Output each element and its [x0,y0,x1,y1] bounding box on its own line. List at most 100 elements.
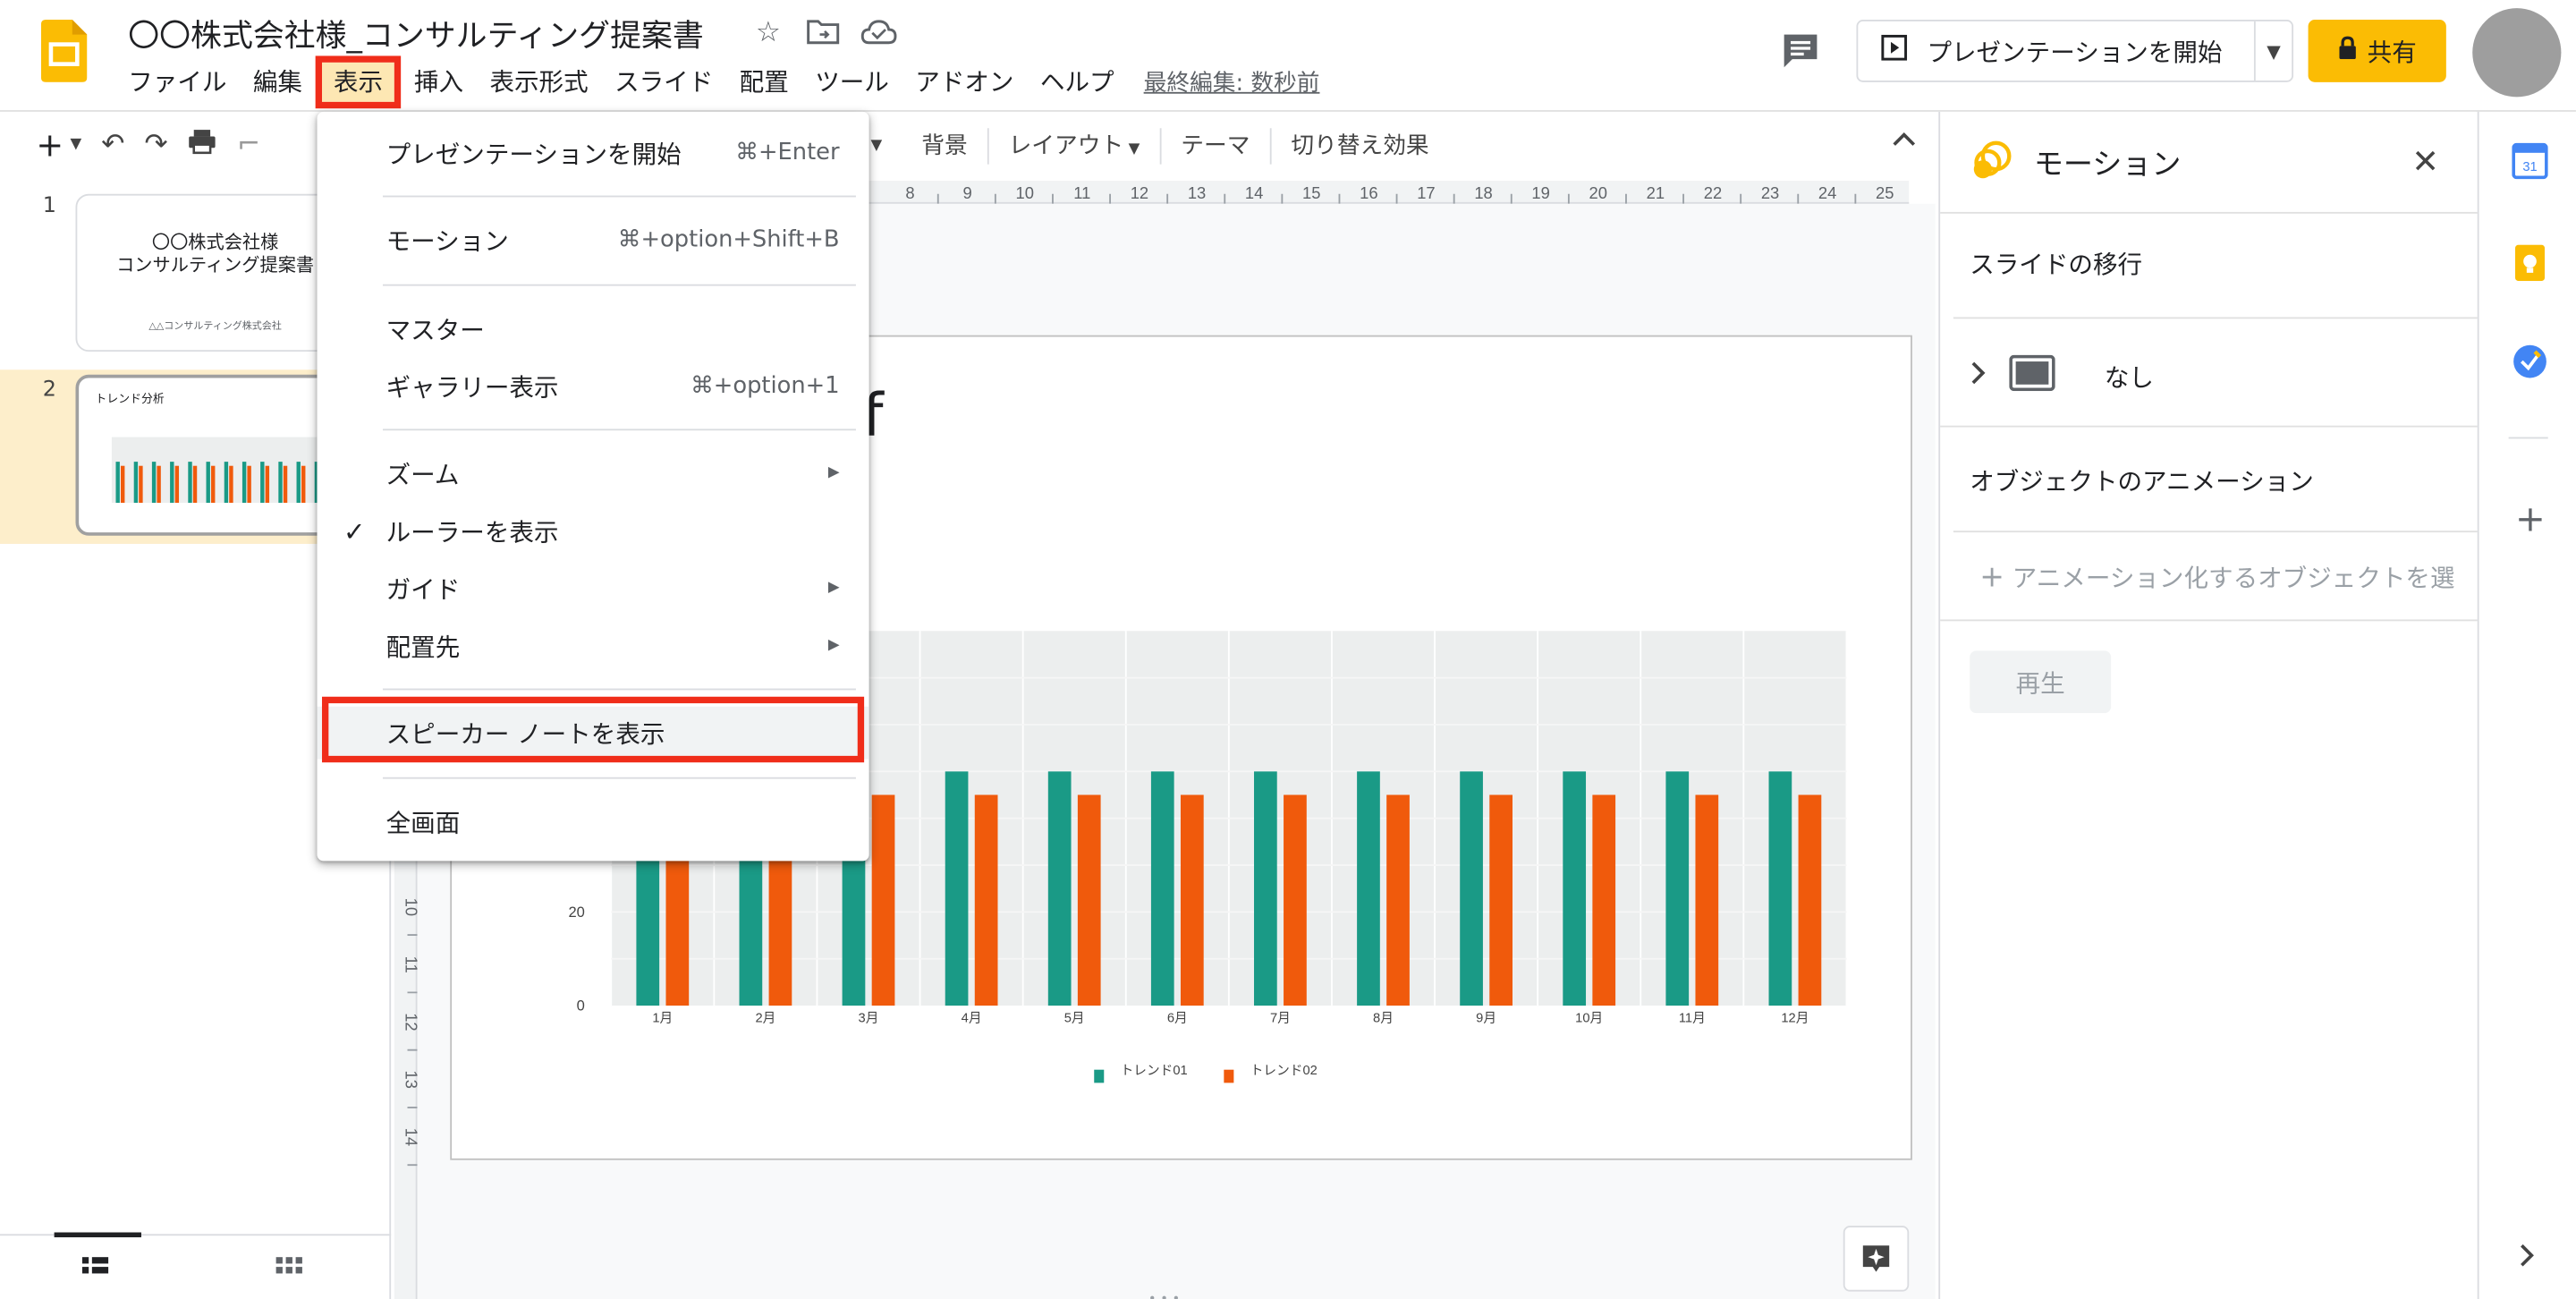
menu-slide[interactable]: スライド [601,63,726,102]
bar-2-12 [1798,794,1822,1006]
ruler-tick-label: 20 [1589,183,1607,202]
slide-thumbnail-2[interactable]: トレンド分析 [75,374,352,536]
theme-button[interactable]: テーマ [1161,128,1272,165]
menu-item-master[interactable]: マスター [317,302,869,355]
slide-thumbnail-1[interactable]: 〇〇株式会社様 コンサルティング提案書 △△コンサルティング株式会社 [75,193,352,352]
last-edit-link[interactable]: 最終編集: 数秒前 [1144,65,1320,98]
ruler-tick-label: 9 [963,183,972,202]
menu-divider [382,429,856,431]
print-icon[interactable] [188,127,217,162]
slides-logo-icon[interactable] [40,20,88,82]
ruler-tick-label: 23 [1761,183,1779,202]
chevron-down-icon[interactable]: ▼ [870,138,902,154]
thumb-chart [111,437,329,504]
thumb-subtitle: △△コンサルティング株式会社 [148,320,282,333]
menu-divider [382,195,856,198]
paint-format-icon[interactable]: ⌐ [237,128,260,161]
bar-1-5 [1047,771,1072,1006]
bar-1-10 [1563,771,1587,1006]
menu-help[interactable]: ヘルプ [1027,63,1127,102]
x-tick-label: 3月 [859,1011,879,1025]
chevron-down-icon[interactable]: ▼ [71,136,82,152]
play-button[interactable]: 再生 [1970,650,2112,714]
add-animation-button[interactable]: + アニメーション化するオブジェクトを選 [1979,560,2472,595]
menu-item-guides[interactable]: ガイド ▶ [317,562,869,615]
ruler-tick-label: 14 [402,1128,418,1146]
star-icon[interactable]: ☆ [756,16,781,49]
chevron-down-icon[interactable]: ▼ [2256,40,2292,62]
menu-tools[interactable]: ツール [802,63,902,102]
chevron-right-icon[interactable] [2519,1243,2535,1276]
rail-divider [2508,437,2548,439]
menu-item-label: ガイド [386,573,461,604]
thumb-title-line2: コンサルティング提案書 [116,254,315,276]
cloud-saved-icon[interactable] [860,20,897,55]
redo-icon[interactable]: ↷ [145,128,168,161]
thumb-bar [157,465,161,504]
splitter-handle[interactable]: • • • [1148,1292,1180,1299]
transition-button[interactable]: 切り替え効果 [1271,128,1448,164]
bar-1-9 [1460,771,1483,1006]
x-tick-label: 10月 [1575,1011,1603,1025]
menu-item-zoom[interactable]: ズーム ▶ [317,447,869,500]
menu-item-gallery-view[interactable]: ギャラリー表示 ⌘+option+1 [317,360,869,412]
menu-insert[interactable]: 挿入 [401,63,477,102]
panel-divider [1940,211,2478,214]
move-folder-icon[interactable] [807,18,840,53]
menu-item-show-ruler[interactable]: ✓ ルーラーを表示 [317,505,869,557]
calendar-icon[interactable]: 31 [2512,142,2548,186]
ruler-tick-label: 22 [1704,183,1722,202]
comment-icon[interactable] [1779,30,1822,72]
menu-format[interactable]: 表示形式 [477,63,602,102]
chevron-down-icon: ▼ [1128,140,1140,158]
ruler-tick-label: 8 [905,183,914,202]
new-slide-icon[interactable]: + [36,125,64,165]
thumb-bar [192,465,198,504]
add-addon-icon[interactable]: + [2515,499,2546,540]
close-icon[interactable]: ✕ [2411,141,2439,181]
transition-value: なし [2104,361,2154,393]
share-button[interactable]: 共有 [2308,20,2446,82]
present-button[interactable]: プレゼンテーションを開始 ▼ [1856,20,2294,82]
layout-button[interactable]: レイアウト ▼ [989,128,1162,165]
transition-row[interactable]: なし [1970,354,2154,398]
background-button[interactable]: 背景 [902,128,989,165]
bar-2-5 [1077,794,1101,1006]
grid-view-icon[interactable] [275,1255,302,1286]
submenu-arrow-icon: ▶ [827,637,840,655]
chevron-up-icon[interactable] [1893,128,1916,154]
undo-icon[interactable]: ↶ [101,128,124,161]
explore-button[interactable] [1843,1226,1910,1292]
avatar[interactable] [2472,8,2562,98]
thumb-title-line1: 〇〇株式会社様 [151,231,279,253]
bar-1-8 [1357,771,1380,1006]
present-label: プレゼンテーションを開始 [1927,37,2223,67]
y-tick-label: 0 [577,998,585,1015]
menu-edit[interactable]: 編集 [240,63,316,102]
motion-icon [1970,140,2012,189]
menu-arrange[interactable]: 配置 [726,63,802,102]
menu-file[interactable]: ファイル [115,63,241,102]
menu-item-label: 全画面 [386,807,461,837]
menu-item-shortcut: ⌘+option+1 [691,372,840,400]
tasks-icon[interactable] [2512,344,2547,386]
ruler-tick-label: 21 [1647,183,1665,202]
thumb-bar [283,465,288,504]
keep-icon[interactable] [2514,244,2546,288]
slide-transition-heading: スライドの移行 [1970,250,2143,280]
present-icon [1881,34,1908,68]
list-view-icon[interactable] [81,1255,109,1286]
menu-item-motion[interactable]: モーション ⌘+option+Shift+B [317,214,869,267]
bar-1-4 [945,771,969,1006]
lock-icon [2338,36,2358,65]
document-title[interactable]: 〇〇株式会社様_コンサルティング提案書 [128,12,704,56]
menu-view[interactable]: 表示 [315,55,402,109]
menu-addons[interactable]: アドオン [902,63,1028,102]
menu-item-full-screen[interactable]: 全画面 [317,795,869,848]
ruler-tick-label: 18 [1474,183,1492,202]
thumb-bar [211,465,216,504]
bar-2-10 [1592,794,1616,1006]
ruler-tick-label: 17 [1417,183,1435,202]
menu-item-start-presentation[interactable]: プレゼンテーションを開始 ⌘+Enter [317,126,869,179]
menu-item-snap-to[interactable]: 配置先 ▶ [317,619,869,672]
